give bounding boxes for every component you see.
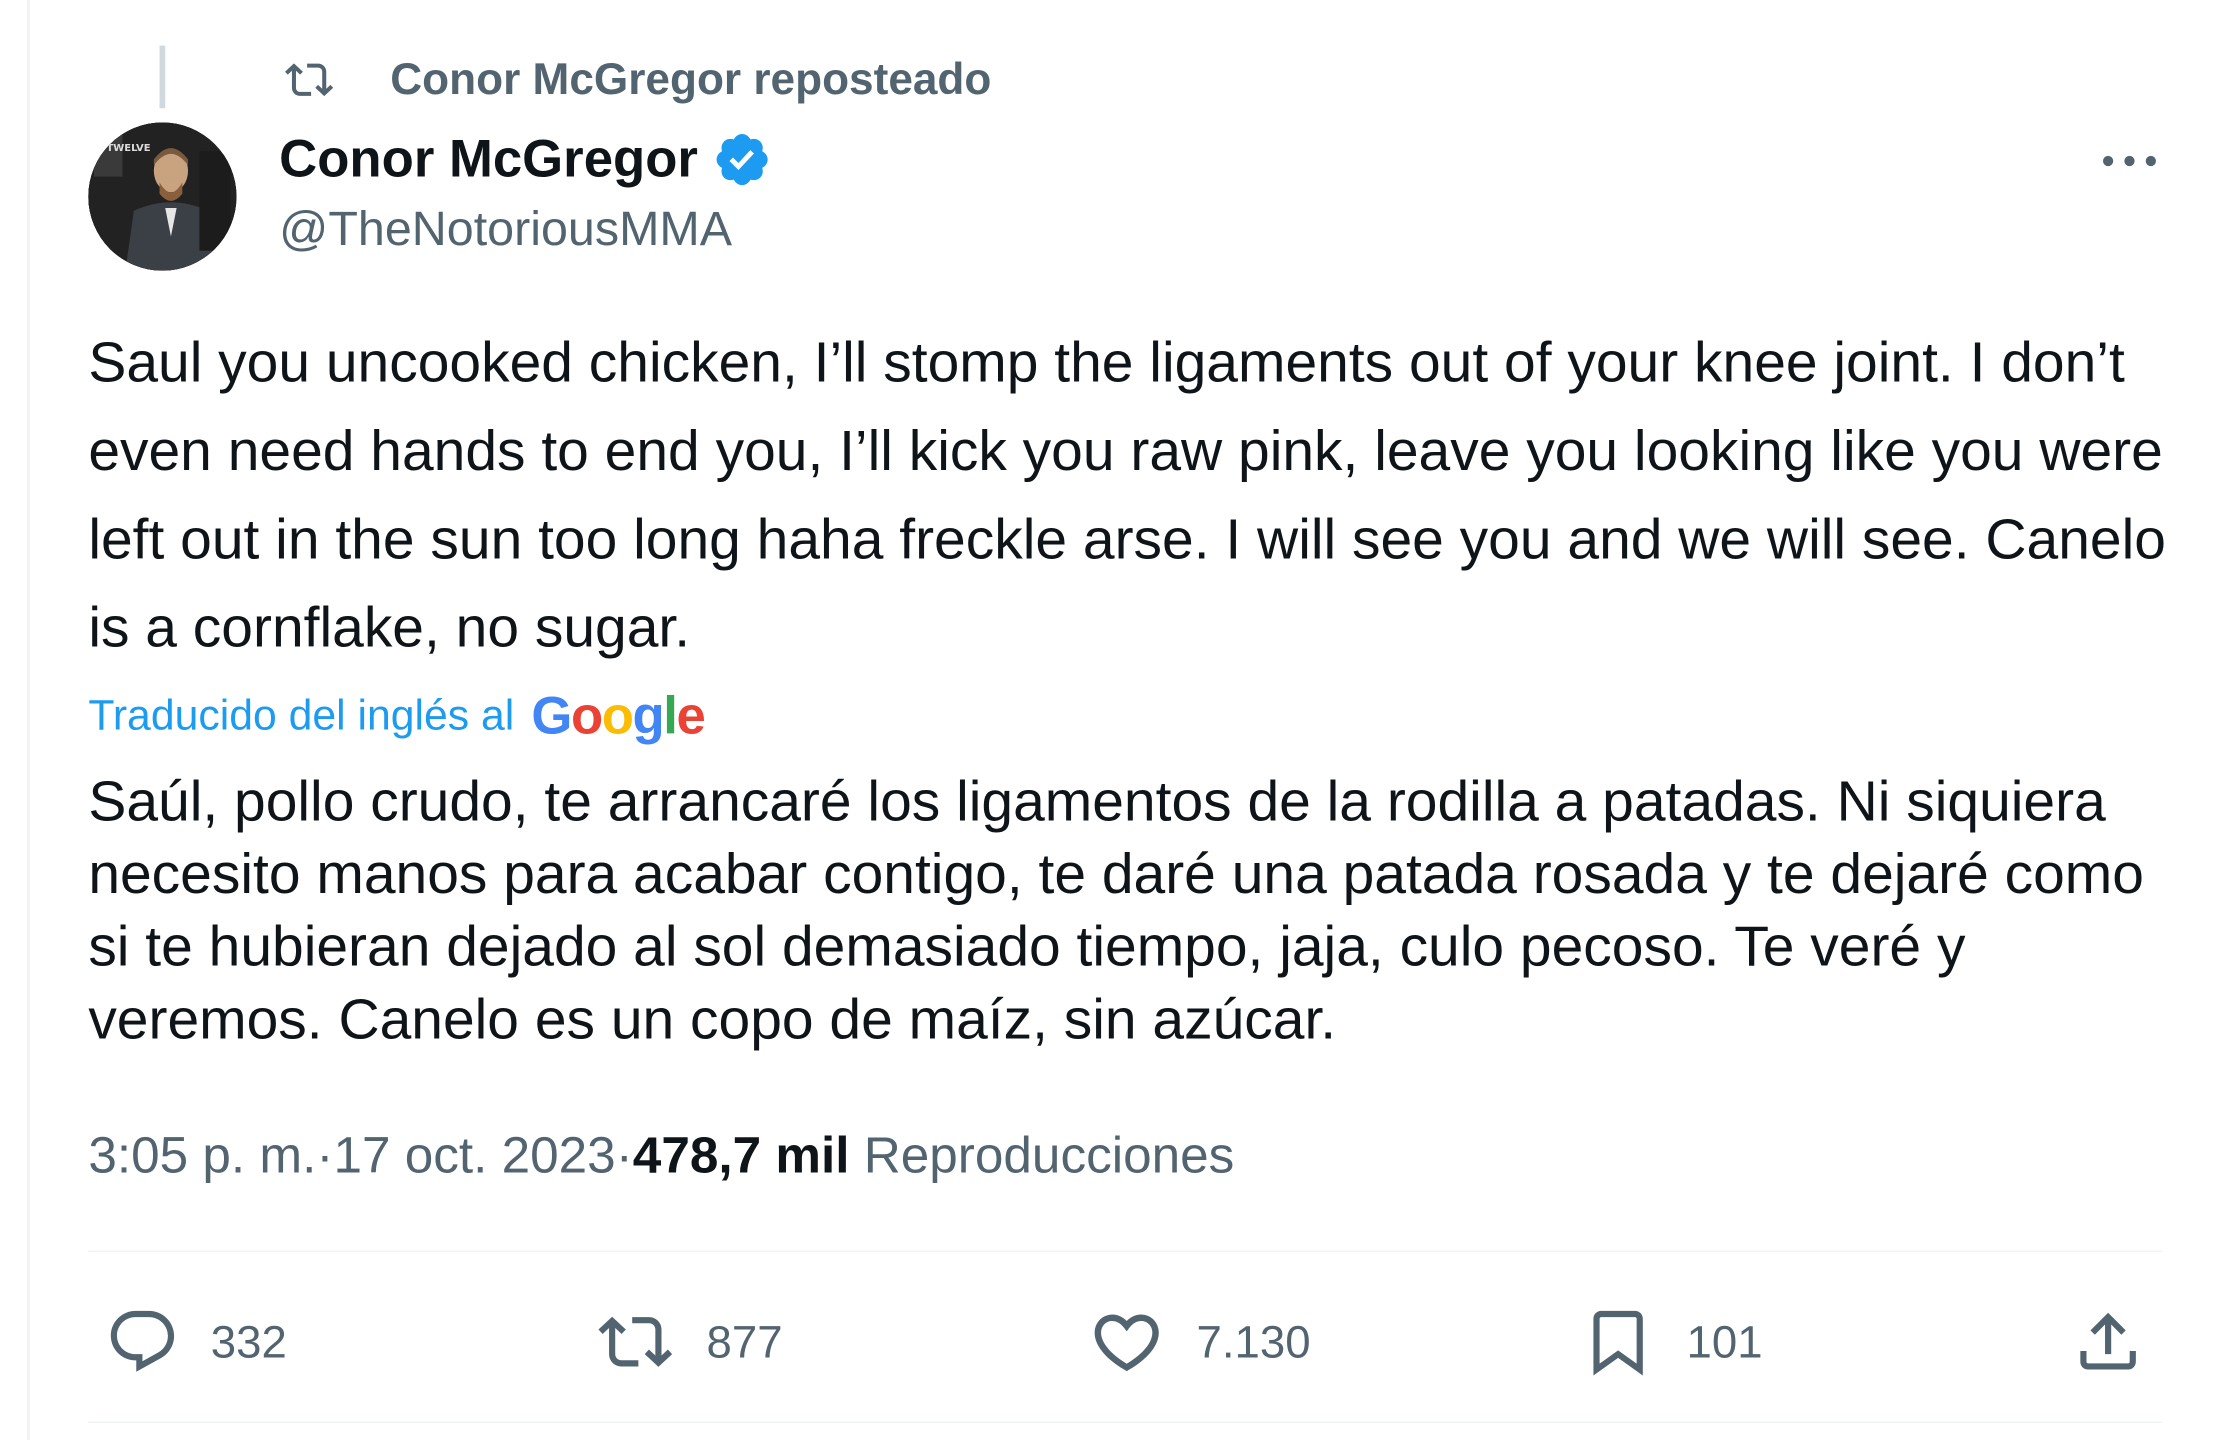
thread-line — [159, 45, 166, 109]
reply-icon — [110, 1310, 175, 1372]
like-count: 7.130 — [1196, 1315, 1311, 1367]
timeline-border — [27, 0, 30, 1440]
verified-badge-icon — [716, 133, 768, 186]
bookmark-count: 101 — [1686, 1315, 1763, 1367]
repost-label: Conor McGregor reposteado — [390, 54, 992, 104]
meta-separator: · — [615, 1125, 633, 1184]
author-name-row[interactable]: Conor McGregor — [279, 125, 772, 193]
share-button[interactable] — [2071, 1299, 2145, 1384]
meta-separator: · — [316, 1125, 334, 1184]
tweet-meta: 3:05 p. m. · 17 oct. 2023 · 478,7 mil Re… — [88, 1120, 1234, 1191]
divider — [88, 1421, 2163, 1423]
more-button[interactable] — [2094, 137, 2165, 185]
bookmark-button[interactable]: 101 — [1581, 1299, 1763, 1384]
views-count[interactable]: 478,7 mil — [633, 1125, 850, 1185]
tweet-text: Saul you uncooked chicken, I’ll stomp th… — [88, 331, 2166, 660]
author-name[interactable]: Conor McGregor — [279, 130, 698, 190]
author-handle[interactable]: @TheNotoriousMMA — [279, 202, 732, 258]
tweet-date[interactable]: 17 oct. 2023 — [333, 1125, 615, 1185]
google-logo: Google — [531, 686, 705, 745]
share-icon — [2080, 1312, 2136, 1370]
divider — [88, 1250, 2163, 1253]
views-label[interactable]: Reproducciones — [864, 1125, 1235, 1185]
repost-context[interactable]: Conor McGregor reposteado — [279, 51, 991, 108]
avatar-sign-text: SUPER TWELVE — [88, 143, 150, 154]
tweet-card: Conor McGregor reposteado SUPER TWELVE C… — [0, 0, 2225, 1440]
heart-icon — [1094, 1314, 1159, 1372]
reply-button[interactable]: 332 — [105, 1299, 287, 1384]
avatar[interactable]: SUPER TWELVE — [88, 122, 237, 271]
translated-text: Saúl, pollo crudo, te arrancaré los liga… — [88, 770, 2144, 1052]
repost-count: 877 — [706, 1315, 783, 1367]
bookmark-icon — [1593, 1310, 1643, 1376]
repost-button[interactable]: 877 — [595, 1299, 783, 1384]
repost-icon — [598, 1316, 673, 1367]
translation-label[interactable]: Traducido del inglés al — [88, 692, 514, 740]
more-icon — [2102, 155, 2156, 167]
tweet-time[interactable]: 3:05 p. m. — [88, 1125, 316, 1185]
translation-attribution[interactable]: Traducido del inglés al Google — [88, 684, 705, 750]
like-button[interactable]: 7.130 — [1088, 1299, 1311, 1384]
reply-count: 332 — [210, 1315, 287, 1367]
repost-icon — [285, 63, 334, 97]
avatar-image: SUPER TWELVE — [88, 122, 237, 271]
